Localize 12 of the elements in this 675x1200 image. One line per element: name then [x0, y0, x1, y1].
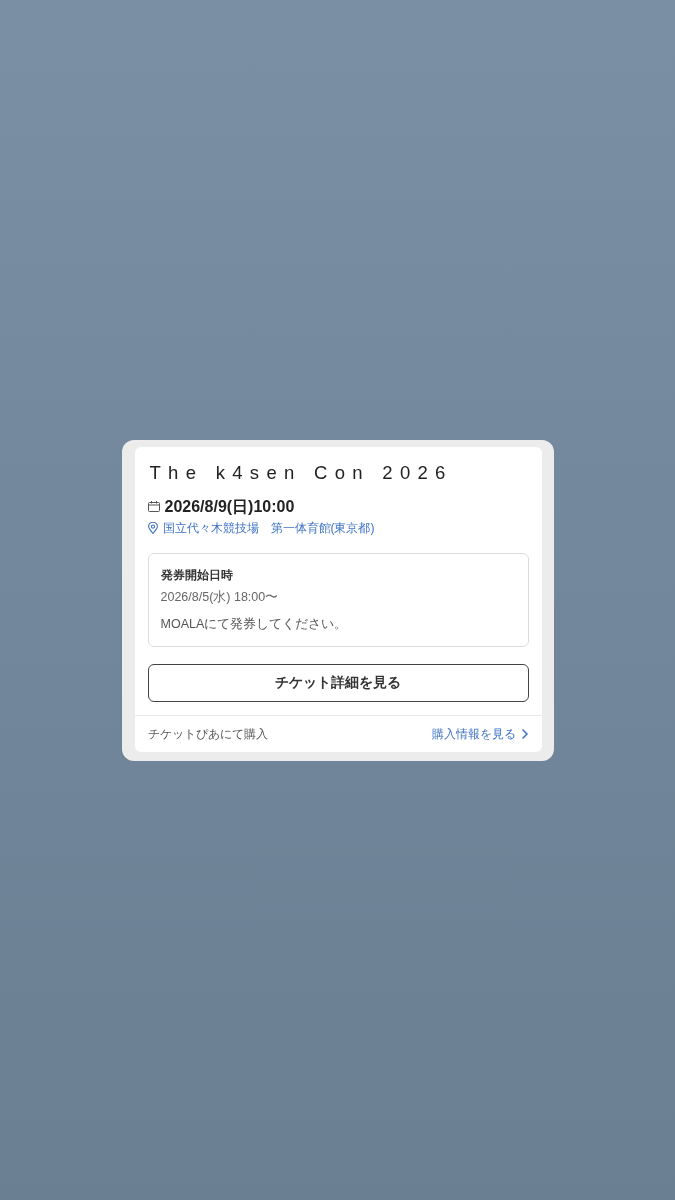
- seller-text: チケットぴあにて購入: [147, 725, 268, 742]
- venue-link[interactable]: 国立代々木競技場 第一体育館(東京都): [162, 518, 375, 537]
- event-title: The k4sen Con 2026: [149, 460, 454, 485]
- event-datetime: 2026/8/9(日)10:00: [164, 496, 295, 517]
- issue-start-label: 発券開始日時: [160, 567, 234, 583]
- purchase-info-link[interactable]: 購入情報を見る: [431, 725, 528, 742]
- location-pin-icon: [147, 521, 158, 534]
- issue-start-datetime: 2026/8/5(水) 18:00〜: [160, 588, 280, 606]
- issue-note: MOALAにて発券してください。: [160, 615, 349, 633]
- ticket-details-button[interactable]: チケット詳細を見る: [147, 663, 529, 702]
- calendar-icon: [147, 501, 160, 512]
- chevron-right-icon: [521, 728, 528, 739]
